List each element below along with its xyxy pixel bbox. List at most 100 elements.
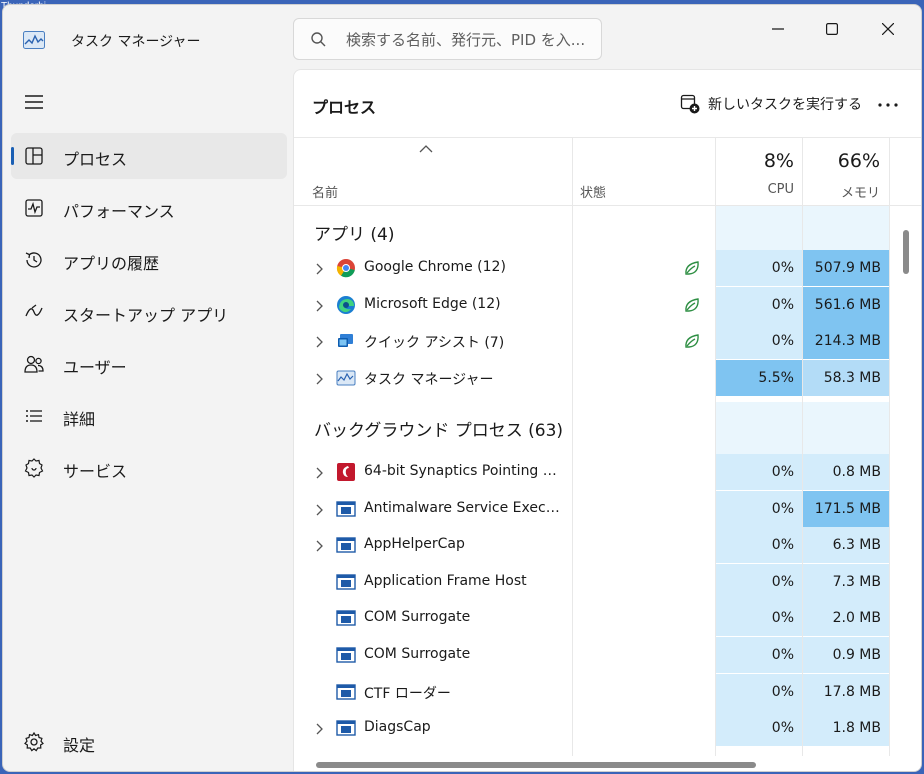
process-row[interactable]: Google Chrome (12) 0% 507.9 MB [294,250,890,286]
sidebar-item-label: 詳細 [63,410,96,429]
process-name: Microsoft Edge (12) [364,295,501,312]
memory-cell: 171.5 MB [803,490,889,527]
process-row[interactable]: DiagsCap 0% 1.8 MB [294,710,890,747]
users-icon [24,355,44,373]
heat-cell [803,206,889,250]
column-header: 名前 状態 8% CPU 66% メモリ [294,138,921,206]
edge-icon [336,295,356,315]
chrome-icon [336,258,356,278]
cpu-cell: 5.5% [716,359,802,396]
process-name: COM Surrogate [364,646,471,662]
chevron-right-icon[interactable] [314,261,324,275]
memory-cell: 17.8 MB [803,673,889,710]
efficiency-mode-leaf-icon [682,331,702,351]
chevron-right-icon[interactable] [314,538,324,552]
cpu-cell: 0% [716,673,802,710]
group-header-apps: アプリ (4) [314,225,395,245]
process-row[interactable]: AppHelperCap 0% 6.3 MB [294,527,890,564]
cpu-cell: 0% [716,710,802,747]
column-memory[interactable]: メモリ [802,182,880,201]
services-icon [24,458,44,478]
horizontal-scrollbar-track[interactable] [294,756,921,771]
chevron-right-icon[interactable] [314,721,324,735]
column-status[interactable]: 状態 [580,182,606,201]
chevron-right-icon[interactable] [314,371,324,385]
chevron-right-icon[interactable] [314,465,324,479]
sidebar-item-performance[interactable]: パフォーマンス [11,185,287,231]
chevron-right-icon[interactable] [314,298,324,312]
run-new-task-button[interactable]: 新しいタスクを実行する [680,88,862,120]
sidebar-item-users[interactable]: ユーザー [11,341,287,387]
search-input[interactable] [346,27,596,53]
more-options-button[interactable] [872,90,904,120]
vertical-scrollbar[interactable] [903,230,909,274]
task-manager-window: タスク マネージャー 検索する名前、発行元、PID を入... プロセス パフォ… [2,4,922,772]
sidebar-item-label: ユーザー [63,358,127,377]
task-manager-app-icon [23,31,45,49]
app-window-icon [336,608,356,628]
sidebar-item-settings[interactable]: 設定 [11,719,287,765]
memory-cell: 214.3 MB [803,323,889,360]
sidebar-item-label: パフォーマンス [63,202,175,221]
efficiency-mode-leaf-icon [682,295,702,315]
cpu-cell: 0% [716,490,802,527]
maximize-button[interactable] [809,13,855,45]
cpu-cell: 0% [716,286,802,323]
cpu-cell: 0% [716,600,802,637]
efficiency-mode-leaf-icon [682,258,702,278]
cpu-cell: 0% [716,454,802,490]
process-row[interactable]: クイック アシスト (7) 0% 214.3 MB [294,323,890,360]
memory-cell: 7.3 MB [803,563,889,600]
app-window-icon [336,718,356,738]
search-box[interactable] [293,18,602,60]
processes-icon [25,147,43,165]
app-window-icon [336,535,356,555]
process-row[interactable]: COM Surrogate 0% 0.9 MB [294,637,890,673]
process-row[interactable]: Microsoft Edge (12) 0% 561.6 MB [294,286,890,323]
sidebar-item-services[interactable]: サービス [11,445,287,491]
page-title: プロセス [312,98,377,117]
synaptics-icon [336,462,356,482]
cpu-cell: 0% [716,563,802,600]
process-row[interactable]: Antimalware Service Executable 0%171.5 MB [294,490,890,527]
main-panel: プロセス 新しいタスクを実行する 名前 状態 8% CPU 66% メモリ アプ… [293,69,921,771]
sort-ascending-icon[interactable] [419,144,433,154]
process-name: 64-bit Synaptics Pointing Enh... [364,463,564,479]
cpu-cell: 0% [716,250,802,286]
sidebar-item-processes[interactable]: プロセス [11,133,287,179]
memory-cell: 1.8 MB [803,710,889,747]
process-row[interactable]: タスク マネージャー 5.5% 58.3 MB [294,359,890,396]
title-bar: タスク マネージャー [3,5,921,69]
sidebar-item-details[interactable]: 詳細 [11,393,287,439]
app-history-icon [25,252,42,268]
process-row[interactable]: CTF ローダー 0% 17.8 MB [294,673,890,710]
process-list: アプリ (4) バックグラウンド プロセス (63) Google Chrome… [294,206,890,756]
hamburger-menu-icon[interactable] [23,93,45,111]
column-cpu[interactable]: CPU [716,182,794,197]
chevron-right-icon[interactable] [314,334,324,348]
close-button[interactable] [865,13,911,45]
process-name: CTF ローダー [364,685,451,702]
process-row[interactable]: 64-bit Synaptics Pointing Enh... 0% 0.8 MB [294,454,890,490]
cpu-cell: 0% [716,323,802,360]
performance-icon [25,199,43,217]
process-name: Antimalware Service Executable [364,499,564,516]
process-row[interactable]: COM Surrogate 0% 2.0 MB [294,600,890,637]
horizontal-scrollbar[interactable] [316,762,756,768]
process-name: DiagsCap [364,719,431,736]
sidebar-item-label: スタートアップ アプリ [63,306,229,325]
sidebar-item-label: プロセス [63,150,128,169]
chevron-right-icon[interactable] [314,502,324,516]
maximize-icon [826,23,838,35]
sidebar-item-startup[interactable]: スタートアップ アプリ [11,289,287,335]
process-row[interactable]: Application Frame Host 0% 7.3 MB [294,563,890,600]
sidebar-item-label: アプリの履歴 [63,254,160,273]
app-window-icon [336,572,356,592]
app-window-icon [336,645,356,665]
app-window-icon [336,682,356,702]
process-name: クイック アシスト (7) [364,335,505,352]
more-icon [878,103,898,107]
column-name[interactable]: 名前 [312,182,338,201]
sidebar-item-app-history[interactable]: アプリの履歴 [11,237,287,283]
minimize-button[interactable] [755,13,801,45]
